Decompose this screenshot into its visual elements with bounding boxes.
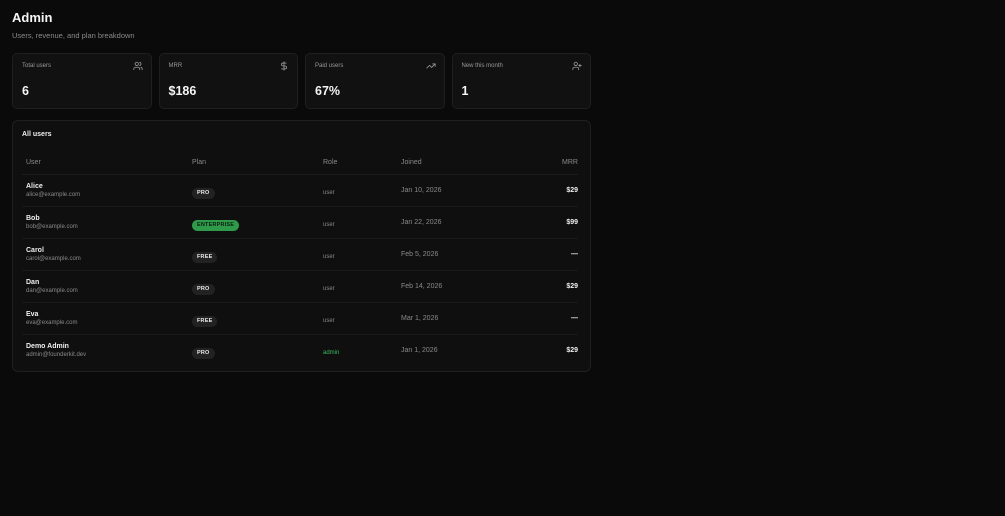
column-header-joined: Joined — [397, 151, 509, 175]
dollar-icon — [279, 61, 289, 71]
column-header-plan: Plan — [188, 151, 319, 175]
stat-value: $186 — [168, 84, 197, 98]
user-email: alice@example.com — [26, 191, 81, 198]
stat-label: Total users — [22, 63, 52, 69]
role-cell: user — [319, 238, 397, 271]
stat-value: 67% — [315, 84, 341, 98]
stat-label: New this month — [461, 63, 503, 69]
stat-value: 6 — [22, 84, 29, 98]
plan-badge: PRO — [192, 348, 215, 360]
user-name: Alice — [26, 182, 43, 190]
mrr-value: $99 — [509, 206, 578, 239]
user-cell: Bob bob@example.com — [22, 206, 188, 239]
plan-badge: ENTERPRISE — [192, 220, 240, 231]
role-text: user — [323, 286, 335, 292]
stat-card-paid-users: Paid users 67% — [305, 53, 445, 109]
user-name: Carol — [26, 246, 44, 254]
joined-date: Jan 10, 2026 — [397, 174, 509, 207]
stat-label: MRR — [168, 63, 183, 69]
user-name: Bob — [26, 214, 40, 222]
user-name: Eva — [26, 310, 39, 318]
role-text: user — [323, 190, 335, 196]
user-email: carol@example.com — [26, 255, 81, 262]
table-row[interactable]: Alice alice@example.com PRO user Jan 10,… — [22, 174, 578, 207]
user-cell: Alice alice@example.com — [22, 174, 188, 207]
plan-badge: FREE — [192, 252, 218, 263]
plan-badge: FREE — [192, 316, 218, 327]
mrr-value: $29 — [509, 174, 578, 207]
role-cell: admin — [319, 334, 397, 366]
user-name: Demo Admin — [26, 342, 69, 350]
plan-badge: PRO — [192, 188, 215, 199]
plan-cell: PRO — [188, 270, 319, 303]
stat-card-total-users: Total users 6 — [12, 53, 152, 109]
mrr-value: — — [509, 238, 578, 271]
mrr-value: $29 — [509, 270, 578, 303]
all-users-card: All users User Plan Role Joined MRR Alic… — [12, 120, 591, 372]
column-header-role: Role — [319, 151, 397, 175]
plan-cell: PRO — [188, 334, 319, 366]
admin-page: Admin Users, revenue, and plan breakdown… — [12, 10, 591, 372]
role-text: user — [323, 222, 335, 228]
role-text: user — [323, 254, 335, 260]
joined-date: Feb 14, 2026 — [397, 270, 509, 303]
stat-card-new-this-month: New this month 1 — [451, 53, 591, 109]
role-cell: user — [319, 270, 397, 303]
joined-date: Jan 1, 2026 — [401, 346, 438, 354]
mrr-value: — — [509, 302, 578, 335]
user-cell: Dan dan@example.com — [22, 270, 188, 303]
role-cell: user — [319, 174, 397, 207]
table-row[interactable]: Bob bob@example.com ENTERPRISE user Jan … — [22, 206, 578, 239]
table-row[interactable]: Carol carol@example.com FREE user Feb 5,… — [22, 238, 578, 271]
mrr-value: $29 — [566, 346, 578, 354]
user-email: bob@example.com — [26, 223, 78, 230]
user-email: eva@example.com — [26, 319, 78, 326]
user-cell: Demo Admin admin@founderkit.dev — [22, 334, 188, 366]
role-cell: user — [319, 206, 397, 239]
table-header-row: User Plan Role Joined MRR — [22, 151, 578, 175]
role-text: admin — [323, 350, 340, 357]
page-subtitle: Users, revenue, and plan breakdown — [12, 31, 135, 40]
column-header-user: User — [22, 151, 188, 175]
plan-cell: FREE — [188, 238, 319, 271]
user-name: Dan — [26, 278, 40, 286]
user-email: dan@example.com — [26, 287, 78, 294]
joined-date: Feb 5, 2026 — [397, 238, 509, 271]
table-row[interactable]: Demo Admin admin@founderkit.dev PRO admi… — [22, 334, 578, 366]
plan-cell: FREE — [188, 302, 319, 335]
stat-card-mrr: MRR $186 — [158, 53, 298, 109]
stat-label: Paid users — [315, 63, 344, 69]
user-plus-icon — [572, 61, 582, 71]
stat-value: 1 — [461, 84, 469, 98]
column-header-mrr: MRR — [509, 151, 578, 175]
joined-date: Mar 1, 2026 — [397, 302, 509, 335]
users-card-title: All users — [22, 131, 52, 138]
plan-cell: ENTERPRISE — [188, 206, 319, 239]
trending-up-icon — [425, 61, 436, 71]
users-icon — [132, 61, 143, 71]
stats-row: Total users 6 MRR $186 Paid users 67% Ne… — [12, 53, 591, 109]
plan-badge: PRO — [192, 284, 215, 295]
table-row[interactable]: Dan dan@example.com PRO user Feb 14, 202… — [22, 270, 578, 303]
table-row[interactable]: Eva eva@example.com FREE user Mar 1, 202… — [22, 302, 578, 335]
user-cell: Eva eva@example.com — [22, 302, 188, 335]
plan-cell: PRO — [188, 174, 319, 207]
user-email: admin@founderkit.dev — [26, 351, 87, 358]
users-table: User Plan Role Joined MRR Alice alice@ex… — [22, 151, 578, 366]
role-cell: user — [319, 302, 397, 335]
joined-date: Jan 22, 2026 — [397, 206, 509, 239]
page-title: Admin — [12, 10, 53, 25]
user-cell: Carol carol@example.com — [22, 238, 188, 271]
role-text: user — [323, 318, 335, 324]
